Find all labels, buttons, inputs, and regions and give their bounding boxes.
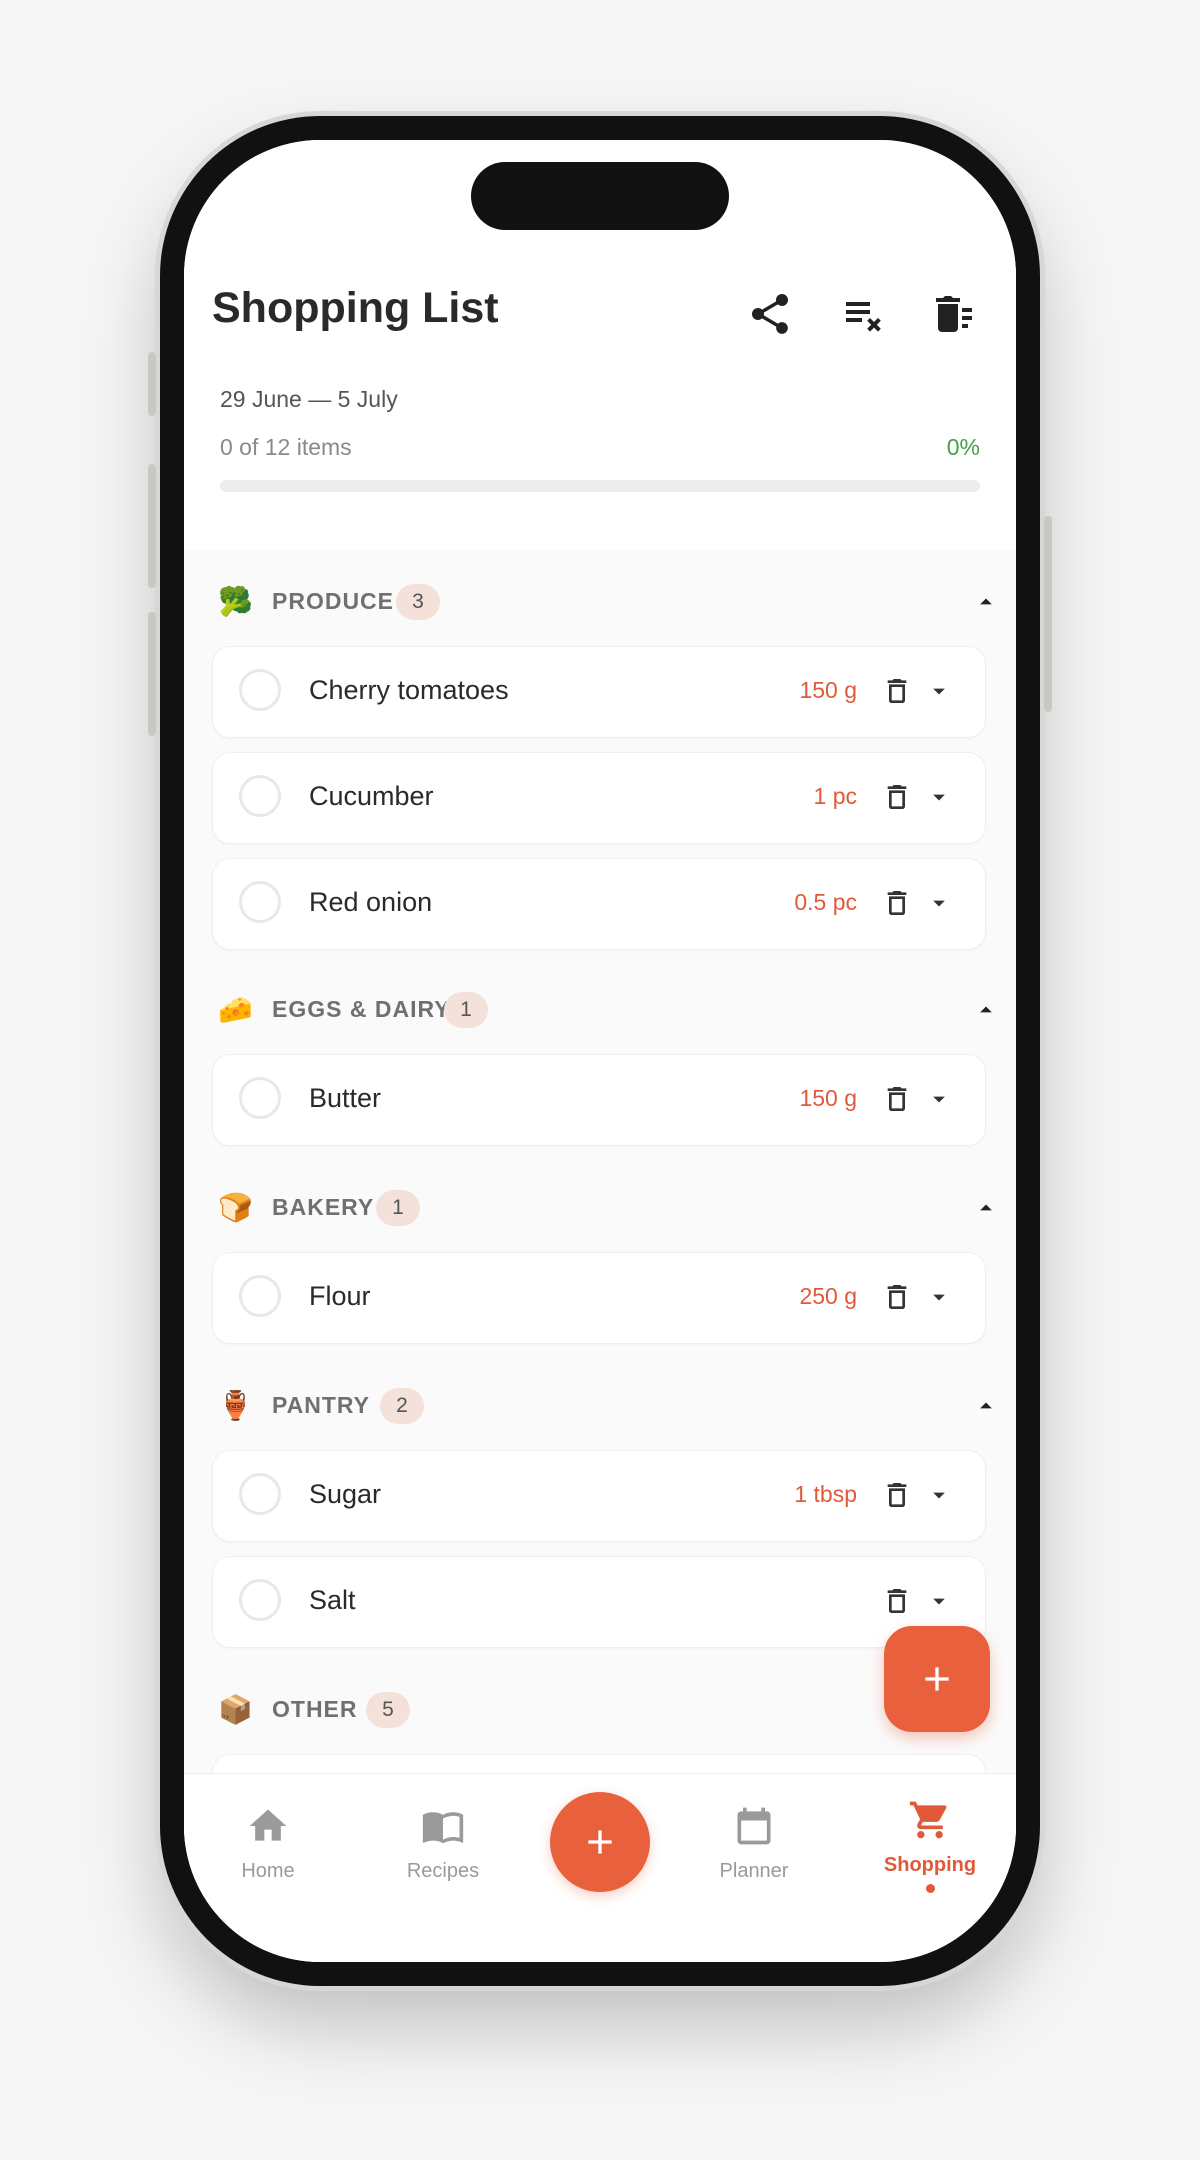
category-name: BAKERY [272,1194,375,1220]
plus-icon [925,1667,949,1691]
category-name: OTHER [272,1696,358,1722]
list-item: Salt [212,1556,986,1648]
item-name: Flour [309,1281,371,1311]
active-indicator-dot [926,1884,935,1893]
progress-bar [220,480,980,492]
item-quantity: 250 g [799,1283,857,1309]
item-checkbox[interactable] [239,775,281,817]
item-checkbox[interactable] [239,1473,281,1515]
progress-percent: 0% [946,434,980,460]
list-item: Red onion 0.5 pc [212,858,986,950]
nav-label: Recipes [406,1860,480,1882]
item-quantity: 0.5 pc [794,889,857,915]
app-screen: Shopping List 29 June — 5 July 0 of 12 i… [184,140,1016,1962]
category-header-pantry[interactable]: 🏺 PANTRY 2 [184,1376,1016,1436]
list-item: Cucumber 1 pc [212,752,986,844]
cart-icon [909,1801,947,1839]
trash-icon[interactable] [881,1584,913,1618]
mute-switch [148,352,156,416]
chevron-up-icon[interactable] [972,1392,1000,1420]
list-item: Sugar 1 tbsp [212,1450,986,1542]
clear-checked-icon[interactable] [838,290,886,338]
cheese-icon: 🧀 [218,994,253,1025]
category-count-badge: 1 [444,992,488,1028]
bottom-navigation: Home Recipes Planner Shopping [184,1774,1016,1962]
item-quantity: 150 g [799,1085,857,1111]
chevron-up-icon[interactable] [972,588,1000,616]
item-checkbox[interactable] [239,1579,281,1621]
category-header-eggs-dairy[interactable]: 🧀 EGGS & DAIRY 1 [184,980,1016,1040]
chevron-down-icon[interactable] [925,1481,953,1509]
category-count-badge: 2 [380,1388,424,1424]
bread-icon: 🍞 [218,1192,253,1223]
plus-icon [588,1830,612,1854]
category-count-badge: 5 [366,1692,410,1728]
book-icon [422,1812,464,1844]
category-name: PANTRY [272,1392,370,1418]
item-checkbox[interactable] [239,669,281,711]
page-title: Shopping List [212,284,499,332]
nav-item-home[interactable]: Home [198,1774,338,1914]
category-name: PRODUCE [272,588,395,614]
item-quantity: 1 pc [813,783,857,809]
chevron-down-icon[interactable] [925,889,953,917]
item-name: Cherry tomatoes [309,675,509,705]
nav-label: Shopping [883,1854,977,1876]
item-checkbox[interactable] [239,881,281,923]
list-item: Butter 150 g [212,1054,986,1146]
item-name: Salt [309,1585,356,1615]
jar-icon: 🏺 [218,1390,253,1421]
share-icon[interactable] [746,290,794,338]
category-name: EGGS & DAIRY [272,996,451,1022]
trash-icon[interactable] [881,1280,913,1314]
broccoli-icon: 🥦 [218,586,253,617]
category-header-produce[interactable]: 🥦 PRODUCE 3 [184,572,1016,632]
calendar-icon [737,1807,771,1845]
trash-icon[interactable] [881,780,913,814]
chevron-down-icon[interactable] [925,1085,953,1113]
list-item: Cherry tomatoes 150 g [212,646,986,738]
home-icon [249,1809,287,1841]
volume-up-button [148,464,156,588]
chevron-up-icon[interactable] [972,996,1000,1024]
trash-icon[interactable] [881,886,913,920]
item-quantity: 1 tbsp [794,1481,857,1507]
list-item: Flour 250 g [212,1252,986,1344]
trash-icon[interactable] [881,674,913,708]
item-checkbox[interactable] [239,1275,281,1317]
add-item-fab[interactable] [884,1626,990,1732]
chevron-down-icon[interactable] [925,1587,953,1615]
item-checkbox[interactable] [239,1077,281,1119]
shopping-list: 🥦 PRODUCE 3 Cherry tomatoes 150 g Cucumb… [184,550,1016,1814]
nav-item-planner[interactable]: Planner [684,1774,824,1914]
trash-icon[interactable] [881,1478,913,1512]
delete-all-icon[interactable] [930,290,978,338]
category-count-badge: 3 [396,584,440,620]
volume-down-button [148,612,156,736]
category-header-bakery[interactable]: 🍞 BAKERY 1 [184,1178,1016,1238]
nav-item-shopping[interactable]: Shopping [860,1774,1000,1914]
item-name: Red onion [309,887,433,917]
item-name: Cucumber [309,781,434,811]
item-name: Sugar [309,1479,382,1509]
category-count-badge: 1 [376,1190,420,1226]
item-quantity: 150 g [799,677,857,703]
chevron-up-icon[interactable] [972,1194,1000,1222]
date-range: 29 June — 5 July [220,386,398,412]
nav-label: Home [241,1860,295,1882]
power-button [1044,516,1052,712]
phone-frame: Shopping List 29 June — 5 July 0 of 12 i… [148,116,1052,1986]
chevron-down-icon[interactable] [925,677,953,705]
chevron-down-icon[interactable] [925,1283,953,1311]
nav-item-recipes[interactable]: Recipes [373,1774,513,1914]
nav-label: Planner [719,1860,789,1882]
item-name: Butter [309,1083,382,1113]
center-add-button[interactable] [550,1792,650,1892]
items-count: 0 of 12 items [220,434,352,460]
trash-icon[interactable] [881,1082,913,1116]
chevron-down-icon[interactable] [925,783,953,811]
box-icon: 📦 [218,1694,253,1725]
dynamic-island [471,162,729,230]
